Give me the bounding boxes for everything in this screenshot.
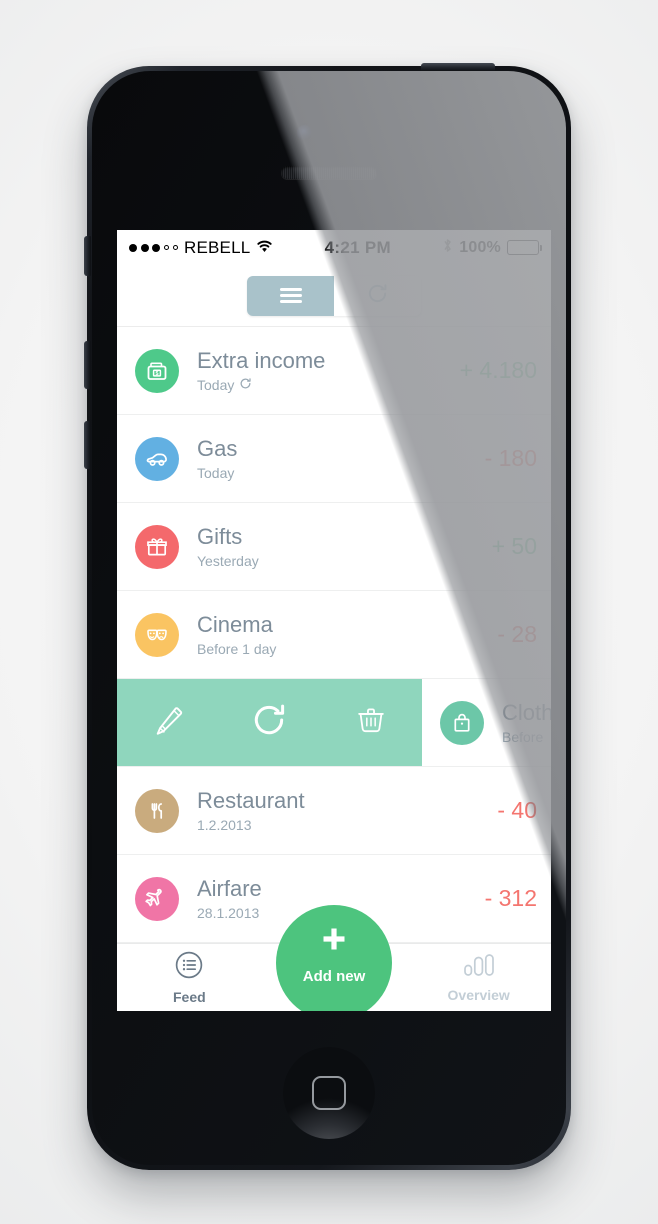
add-new-label: Add new xyxy=(302,968,366,985)
row-text: Cloth Before xyxy=(502,700,551,744)
theater-masks-icon xyxy=(135,612,179,657)
tab-overview[interactable]: Overview xyxy=(406,944,551,1011)
recurring-icon xyxy=(239,377,252,393)
pencil-icon xyxy=(148,700,188,745)
transaction-date: Before xyxy=(502,728,544,745)
tab-bar: Feed Overview Add new xyxy=(117,905,551,1011)
airplane-icon xyxy=(135,876,179,921)
home-button[interactable] xyxy=(283,1047,375,1139)
battery-icon xyxy=(507,240,542,255)
swiped-row-content: Cloth Before xyxy=(422,679,551,766)
transaction-subtitle-wrap: Today xyxy=(197,465,475,481)
mute-switch[interactable] xyxy=(84,236,91,276)
transaction-list[interactable]: $ Extra income Today + 4.180 Gas Today -… xyxy=(117,327,551,943)
transaction-amount: + 4.180 xyxy=(459,357,537,383)
transaction-date: Yesterday xyxy=(197,552,259,569)
volume-up-button[interactable] xyxy=(84,341,91,389)
transaction-subtitle-wrap: Yesterday xyxy=(197,553,482,569)
status-bar-left: REBELL xyxy=(129,237,273,258)
carrier-label: REBELL xyxy=(184,237,251,257)
volume-down-button[interactable] xyxy=(84,421,91,469)
transaction-title: Gas xyxy=(197,436,238,462)
segment-recurring[interactable] xyxy=(334,275,421,316)
app-screen: REBELL 4:21 PM 100% $ Extra income Today… xyxy=(117,230,551,1011)
table-row[interactable]: Gas Today - 180 xyxy=(117,415,551,503)
tab-feed-label: Feed xyxy=(172,989,206,1005)
transaction-title: Airfare xyxy=(197,876,262,902)
transaction-subtitle-wrap: Before xyxy=(502,729,551,745)
power-button[interactable] xyxy=(421,63,495,71)
transaction-subtitle-wrap: Today xyxy=(197,377,450,393)
delete-button[interactable] xyxy=(345,697,397,749)
earpiece-speaker xyxy=(281,166,377,179)
tab-feed[interactable]: Feed xyxy=(117,944,262,1011)
home-square-icon xyxy=(312,1076,346,1110)
table-row[interactable]: Cinema Before 1 day - 28 xyxy=(117,591,551,679)
transaction-amount: - 312 xyxy=(484,885,537,911)
row-text: Extra income Today xyxy=(197,348,450,392)
clock-label: 4:21 PM xyxy=(324,237,392,257)
transaction-title: Gifts xyxy=(197,524,243,550)
transaction-amount: + 50 xyxy=(491,533,537,559)
tab-overview-label: Overview xyxy=(447,987,510,1003)
bluetooth-icon xyxy=(442,237,453,259)
phone-face: REBELL 4:21 PM 100% $ Extra income Today… xyxy=(92,71,566,1165)
list-header xyxy=(117,265,551,327)
repeat-button[interactable] xyxy=(243,697,295,749)
edit-button[interactable] xyxy=(142,697,194,749)
row-text: Cinema Before 1 day xyxy=(197,612,487,656)
cutlery-icon xyxy=(135,788,179,833)
segmented-control[interactable] xyxy=(247,275,421,316)
table-row[interactable]: Restaurant 1.2.2013 - 40 xyxy=(117,767,551,855)
hamburger-icon xyxy=(279,284,302,306)
row-text: Gifts Yesterday xyxy=(197,524,482,568)
transaction-date: Today xyxy=(197,376,235,393)
gift-icon xyxy=(135,524,179,569)
add-new-button[interactable]: Add new xyxy=(276,905,392,1011)
plus-icon xyxy=(316,921,352,962)
segment-all-list[interactable] xyxy=(247,275,334,316)
signal-strength-icon xyxy=(129,243,178,252)
front-camera-icon xyxy=(297,125,312,140)
table-row-swiped[interactable]: Cloth Before xyxy=(117,679,551,767)
shopping-bag-icon xyxy=(440,700,484,745)
transaction-date: Before 1 day xyxy=(197,640,277,657)
trash-icon xyxy=(352,701,390,744)
transaction-date: 1.2.2013 xyxy=(197,816,252,833)
transaction-subtitle-wrap: 1.2.2013 xyxy=(197,817,487,833)
transaction-amount: - 28 xyxy=(497,621,537,647)
phone-device: REBELL 4:21 PM 100% $ Extra income Today… xyxy=(84,63,571,1170)
transaction-title: Extra income xyxy=(197,348,326,374)
battery-percent-label: 100% xyxy=(459,238,501,256)
svg-text:$: $ xyxy=(156,370,159,376)
feed-list-icon xyxy=(174,950,204,985)
row-text: Gas Today xyxy=(197,436,475,480)
status-bar: REBELL 4:21 PM 100% xyxy=(117,230,551,265)
money-box-icon: $ xyxy=(135,348,179,393)
swipe-action-panel xyxy=(117,679,422,766)
transaction-date: 28.1.2013 xyxy=(197,904,260,921)
table-row[interactable]: Gifts Yesterday + 50 xyxy=(117,503,551,591)
wifi-icon xyxy=(256,237,273,258)
transaction-title: Restaurant xyxy=(197,788,305,814)
row-text: Restaurant 1.2.2013 xyxy=(197,788,487,832)
transaction-amount: - 40 xyxy=(497,797,537,823)
transaction-amount: - 180 xyxy=(484,445,537,471)
table-row[interactable]: $ Extra income Today + 4.180 xyxy=(117,327,551,415)
transaction-title: Cloth xyxy=(502,700,551,726)
refresh-icon xyxy=(250,701,288,744)
bar-chart-icon xyxy=(462,952,496,983)
refresh-icon xyxy=(366,282,389,310)
transaction-date: Today xyxy=(197,464,235,481)
transaction-title: Cinema xyxy=(197,612,273,638)
transaction-subtitle-wrap: Before 1 day xyxy=(197,641,487,657)
status-bar-right: 100% xyxy=(442,237,542,259)
car-icon xyxy=(135,436,179,481)
